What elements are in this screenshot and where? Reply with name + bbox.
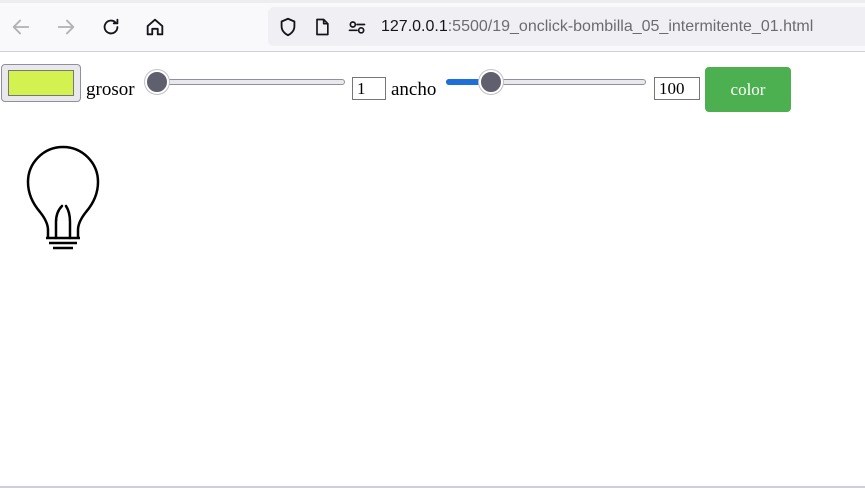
- url-text[interactable]: 127.0.0.1:5500/19_onclick-bombilla_05_in…: [381, 17, 813, 37]
- lightbulb-icon[interactable]: [22, 142, 106, 252]
- grosor-slider[interactable]: [145, 70, 345, 96]
- color-swatch: [8, 70, 74, 96]
- slider-track: [145, 79, 345, 85]
- page-icon[interactable]: [311, 16, 333, 38]
- home-button[interactable]: [140, 12, 170, 42]
- permissions-icon[interactable]: [346, 16, 368, 38]
- reload-button[interactable]: [96, 12, 126, 42]
- page-content: grosor 1 ancho 100 color: [0, 52, 865, 488]
- forward-button[interactable]: [51, 12, 81, 42]
- tab-strip-edge: [0, 0, 865, 3]
- url-path: :5500/19_onclick-bombilla_05_intermitent…: [447, 18, 814, 35]
- color-picker[interactable]: [1, 64, 81, 102]
- shield-icon[interactable]: [277, 16, 299, 38]
- color-button[interactable]: color: [705, 67, 791, 112]
- ancho-label: ancho: [391, 79, 437, 100]
- forward-arrow-icon: [57, 19, 75, 35]
- browser-toolbar: 127.0.0.1:5500/19_onclick-bombilla_05_in…: [0, 0, 865, 52]
- back-button[interactable]: [6, 12, 36, 42]
- ancho-slider[interactable]: [446, 70, 646, 96]
- back-arrow-icon: [12, 19, 30, 35]
- slider-thumb[interactable]: [479, 70, 504, 94]
- ancho-value[interactable]: 100: [654, 77, 700, 100]
- url-host: 127.0.0.1: [381, 18, 448, 35]
- slider-thumb[interactable]: [145, 70, 169, 94]
- address-bar[interactable]: 127.0.0.1:5500/19_onclick-bombilla_05_in…: [268, 7, 865, 46]
- reload-icon: [103, 18, 119, 35]
- home-icon: [146, 18, 164, 36]
- grosor-value[interactable]: 1: [352, 77, 386, 100]
- grosor-label: grosor: [86, 79, 135, 100]
